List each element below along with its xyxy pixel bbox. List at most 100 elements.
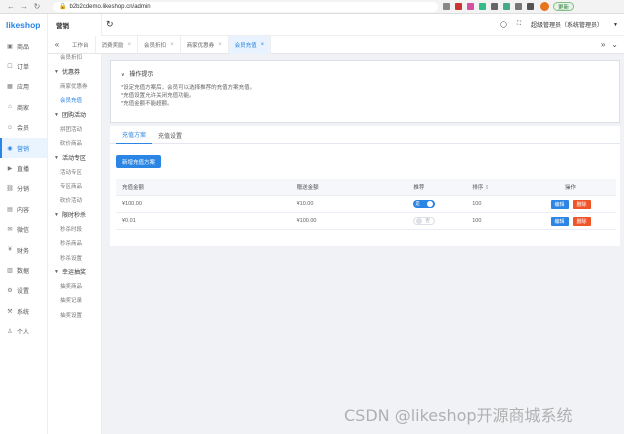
tab-label: 会员折扣 <box>144 42 167 49</box>
recommend-toggle[interactable]: 否 <box>413 217 436 225</box>
delete-button[interactable]: 删除 <box>572 199 591 209</box>
sidebar-item-app[interactable]: ▦ 应用 <box>0 77 47 97</box>
sidebar-item-label: 微信 <box>17 228 30 235</box>
subnav-group[interactable]: ▼ 限时秒杀 <box>48 208 101 222</box>
page-tab[interactable]: 会员充值 × <box>228 35 272 54</box>
subnav-label: 砍价活动 <box>60 198 83 205</box>
extension-icon[interactable] <box>491 3 498 10</box>
close-icon[interactable]: × <box>218 42 222 48</box>
sidebar-item-order[interactable]: ☐ 订单 <box>0 56 47 76</box>
extension-icon[interactable] <box>467 3 474 10</box>
reload-icon[interactable]: ↻ <box>32 2 42 12</box>
recommend-toggle[interactable]: 是 <box>413 200 436 208</box>
add-recharge-plan-button[interactable]: 新增充值方案 <box>116 155 162 168</box>
sidebar-item-settings[interactable]: ⚙ 设置 <box>0 281 47 301</box>
sidebar-item-label: 直播 <box>17 167 30 174</box>
refresh-icon[interactable]: ↻ <box>106 19 114 30</box>
subnav-item[interactable]: 活动专区 <box>48 165 101 179</box>
subnav-item[interactable]: 会员充值 <box>48 93 101 107</box>
main-sidebar: likeshop ▣ 商品 ☐ 订单 ▦ 应用 ⌂ 商家 ☺ 会员 ◉ 营销 ▶ 直播 ⛓ 分销 ▤ 内容 ✉ 微信 ¥… <box>0 14 48 434</box>
delete-button[interactable]: 删除 <box>572 216 591 226</box>
page-tabs-bar: « 工作台 消费奖励 × 会员折扣 × 商家优惠券 × 会员充值 × » ⌄ <box>48 35 624 54</box>
tab-label: 商家优惠券 <box>186 42 215 49</box>
tips-panel: ∨ 操作提示 *设定充值方案后，会员可以选择推荐的充值方案充值。 *充值设置允许关… <box>110 60 620 123</box>
sidebar-item-shop[interactable]: ⌂ 商家 <box>0 97 47 117</box>
sidebar-item-content[interactable]: ▤ 内容 <box>0 199 47 219</box>
wechat-icon: ✉ <box>7 227 13 234</box>
page-tab[interactable]: 商家优惠券 × <box>181 35 229 54</box>
subnav-item[interactable]: 秒杀设置 <box>48 250 101 264</box>
sidebar-item-live[interactable]: ▶ 直播 <box>0 158 47 178</box>
address-bar[interactable]: 🔒 b2b2cdemo.likeshop.cn/admin <box>53 1 438 12</box>
extension-icon[interactable] <box>443 3 450 10</box>
close-icon[interactable]: × <box>261 42 265 48</box>
subnav-item[interactable]: 抽奖商品 <box>48 279 101 293</box>
toggle-knob <box>416 218 423 224</box>
extension-icon[interactable] <box>527 3 534 10</box>
sidebar-item-system[interactable]: ⚒ 系统 <box>0 301 47 321</box>
subnav-group[interactable]: ▼ 团购活动 <box>48 107 101 121</box>
amount-cell: ¥100.00 <box>122 201 142 207</box>
chevron-down-icon[interactable]: ▼ <box>613 22 618 28</box>
sidebar-item-goods[interactable]: ▣ 商品 <box>0 36 47 56</box>
extension-icon[interactable] <box>455 3 462 10</box>
forward-icon[interactable]: → <box>19 2 29 12</box>
subnav-group[interactable]: ▼ 活动专区 <box>48 150 101 164</box>
card-tab[interactable]: 充值方案 <box>116 126 153 144</box>
close-icon[interactable]: × <box>170 42 174 48</box>
extension-icon[interactable] <box>479 3 486 10</box>
settings-icon[interactable]: ◯ <box>500 21 507 28</box>
profile-avatar[interactable] <box>540 2 549 11</box>
content-icon: ▤ <box>7 206 13 213</box>
sidebar-item-label: 数据 <box>17 268 30 275</box>
subnav-label: 抽奖设置 <box>60 312 83 319</box>
scroll-tabs-icon[interactable]: » <box>601 40 605 49</box>
subnav-item[interactable]: 秒杀时段 <box>48 222 101 236</box>
column-header-amount: 充值金额 <box>122 185 145 191</box>
top-header: ↻ ◯ ⛶ 超级管理员（系统管理员） ▼ <box>102 14 624 36</box>
extension-icon[interactable] <box>503 3 510 10</box>
sidebar-item-wechat[interactable]: ✉ 微信 <box>0 220 47 240</box>
tabs-menu-icon[interactable]: ⌄ <box>611 40 618 49</box>
page-tab[interactable]: 工作台 <box>66 35 96 54</box>
system-icon: ⚒ <box>7 308 13 315</box>
subnav-item[interactable]: 抽奖设置 <box>48 308 101 322</box>
page-tab[interactable]: 会员折扣 × <box>138 35 181 54</box>
extension-icon[interactable] <box>515 3 522 10</box>
sidebar-item-data[interactable]: ▥ 数据 <box>0 260 47 280</box>
update-button[interactable]: 更新 <box>553 2 575 11</box>
collapse-sidebar-icon[interactable]: « <box>48 40 66 49</box>
subnav-item[interactable]: 秒杀商品 <box>48 236 101 250</box>
subnav-item[interactable]: 拼团活动 <box>48 122 101 136</box>
subnav-item[interactable]: 专区商品 <box>48 179 101 193</box>
sidebar-item-distribution[interactable]: ⛓ 分销 <box>0 179 47 199</box>
sidebar-item-user[interactable]: ☺ 会员 <box>0 118 47 138</box>
back-icon[interactable]: ← <box>6 2 16 12</box>
subnav-title: 营销 <box>56 23 69 30</box>
sidebar-item-finance[interactable]: ¥ 财务 <box>0 240 47 260</box>
subnav-item[interactable]: 抽奖记录 <box>48 293 101 307</box>
admin-menu[interactable]: 超级管理员（系统管理员） <box>531 20 603 29</box>
edit-button[interactable]: 编辑 <box>550 216 569 226</box>
fullscreen-icon[interactable]: ⛶ <box>517 21 521 28</box>
column-header-sort[interactable]: 排序 ⇕ <box>466 183 525 191</box>
card-tab[interactable]: 充值设置 <box>152 126 188 144</box>
sidebar-item-label: 商品 <box>17 44 30 51</box>
subnav-item[interactable]: 砍价商品 <box>48 136 101 150</box>
edit-button[interactable]: 编辑 <box>550 199 569 209</box>
subnav-group[interactable]: ▼ 幸运抽奖 <box>48 265 101 279</box>
tips-title[interactable]: ∨ 操作提示 <box>121 69 609 78</box>
personal-icon: ♙ <box>7 329 13 336</box>
sidebar-item-marketing[interactable]: ◉ 营销 <box>0 137 47 159</box>
table-header-row: 充值金额 赠送金额 推荐 排序 ⇕ 操作 <box>116 179 616 196</box>
close-icon[interactable]: × <box>128 42 132 48</box>
page-tab[interactable]: 消费奖励 × <box>96 35 139 54</box>
sidebar-item-personal[interactable]: ♙ 个人 <box>0 321 47 341</box>
subnav-item[interactable]: 砍价活动 <box>48 193 101 207</box>
subnav-group[interactable]: ▼ 优惠券 <box>48 65 101 79</box>
subnav-item[interactable]: 商家优惠券 <box>48 79 101 93</box>
subnav-label: 拼团活动 <box>60 126 83 133</box>
sidebar-item-label: 个人 <box>17 330 30 337</box>
subnav-label: 优惠券 <box>61 70 80 77</box>
sort-cell: 100 <box>472 218 482 224</box>
